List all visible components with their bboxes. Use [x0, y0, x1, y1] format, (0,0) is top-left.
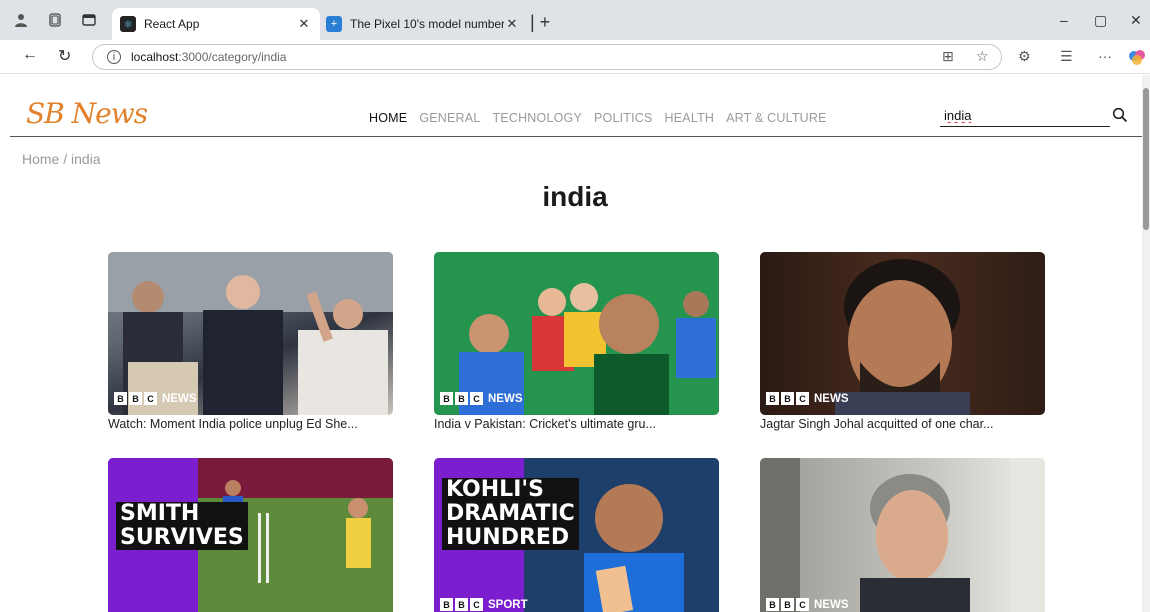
scrollbar-thumb[interactable] — [1143, 88, 1149, 230]
breadcrumb[interactable]: Home / india — [22, 151, 101, 167]
search-box — [940, 105, 1138, 129]
extensions-icon[interactable]: ⚙ — [1018, 48, 1031, 65]
refresh-icon[interactable]: ↻ — [58, 46, 71, 66]
nav-politics[interactable]: POLITICS — [594, 111, 653, 125]
more-menu-icon[interactable]: ··· — [1098, 48, 1112, 64]
nav-art-culture[interactable]: ART & CULTURE — [726, 111, 827, 125]
article-thumbnail[interactable]: BBC NEWS — [760, 252, 1045, 415]
favorites-icon[interactable]: ☰ — [1060, 48, 1073, 65]
address-bar-row: ← ↻ i localhost:3000/category/india ⊞ ☆ … — [0, 40, 1150, 74]
favorite-star-icon[interactable]: ☆ — [976, 48, 989, 65]
copilot-icon[interactable] — [1128, 48, 1146, 69]
article-thumbnail[interactable]: BBC NEWS — [434, 252, 719, 415]
tab-title: React App — [144, 17, 200, 31]
article-card[interactable]: BBC NEWS India v Pakistan: Cricket's ult… — [434, 252, 719, 431]
tab-pixel-article[interactable]: + The Pixel 10's model number mig ✕ — [318, 8, 528, 40]
restore-icon[interactable]: ▢ — [1094, 12, 1107, 29]
nav-home[interactable]: HOME — [369, 111, 407, 125]
bbc-news-badge: BBC NEWS — [440, 392, 523, 405]
article-title[interactable]: India v Pakistan: Cricket's ultimate gru… — [434, 417, 719, 431]
url-path: :3000/category/india — [178, 50, 287, 64]
nav-general[interactable]: GENERAL — [419, 111, 480, 125]
article-card[interactable]: BBC NEWS Jagtar Singh Johal acquitted of… — [760, 252, 1045, 431]
url-host: localhost — [131, 50, 179, 64]
article-title[interactable]: Watch: Moment India police unplug Ed She… — [108, 417, 393, 431]
search-icon[interactable] — [1112, 107, 1130, 125]
nav-health[interactable]: HEALTH — [665, 111, 715, 125]
bbc-news-badge: BBC NEWS — [766, 598, 849, 611]
tab-close-icon[interactable]: ✕ — [296, 16, 312, 32]
reader-view-icon[interactable]: ⊞ — [942, 48, 954, 65]
article-thumbnail[interactable]: KOHLI'S DRAMATIC HUNDRED BBC SPORT — [434, 458, 719, 612]
site-info-icon[interactable]: i — [107, 50, 121, 64]
article-card[interactable]: BBC NEWS — [760, 458, 1045, 612]
article-card[interactable]: KOHLI'S DRAMATIC HUNDRED BBC SPORT — [434, 458, 719, 612]
bbc-news-badge: BBC NEWS — [114, 392, 197, 405]
window-close-icon[interactable]: ✕ — [1130, 12, 1142, 29]
bbc-news-badge: BBC NEWS — [766, 392, 849, 405]
new-tab-icon[interactable]: | + — [530, 12, 550, 33]
tab-react-app[interactable]: ⚛ React App ✕ — [112, 8, 320, 40]
workspaces-icon[interactable] — [38, 0, 72, 40]
news-favicon-icon: + — [326, 16, 342, 32]
article-title[interactable]: Jagtar Singh Johal acquitted of one char… — [760, 417, 1045, 431]
search-input[interactable] — [940, 105, 1110, 127]
article-card[interactable]: SMITH SURVIVES — [108, 458, 393, 612]
headline-overlay-smith: SMITH SURVIVES — [116, 502, 248, 550]
tab-close-icon[interactable]: ✕ — [504, 16, 520, 32]
react-favicon-icon: ⚛ — [120, 16, 136, 32]
back-icon[interactable]: ← — [22, 46, 38, 64]
nav-technology[interactable]: TECHNOLOGY — [492, 111, 582, 125]
url-field[interactable]: i localhost:3000/category/india — [92, 44, 1002, 70]
bbc-sport-badge: BBC SPORT — [440, 598, 528, 611]
minimize-icon[interactable]: – — [1060, 12, 1068, 28]
headline-overlay-kohli: KOHLI'S DRAMATIC HUNDRED — [442, 478, 579, 550]
article-card[interactable]: BBC NEWS Watch: Moment India police unpl… — [108, 252, 393, 431]
tab-actions-icon[interactable] — [72, 0, 106, 40]
site-logo[interactable]: SB News — [26, 97, 148, 130]
page-title: india — [542, 181, 608, 212]
article-thumbnail[interactable]: SMITH SURVIVES — [108, 458, 393, 612]
tab-title: The Pixel 10's model number mig — [350, 17, 504, 31]
profile-icon[interactable] — [4, 0, 38, 40]
header-divider — [10, 136, 1142, 137]
page-viewport: SB News HOME GENERAL TECHNOLOGY POLITICS… — [0, 75, 1142, 612]
main-nav: HOME GENERAL TECHNOLOGY POLITICS HEALTH … — [369, 111, 827, 125]
article-thumbnail[interactable]: BBC NEWS — [760, 458, 1045, 612]
article-thumbnail[interactable]: BBC NEWS — [108, 252, 393, 415]
